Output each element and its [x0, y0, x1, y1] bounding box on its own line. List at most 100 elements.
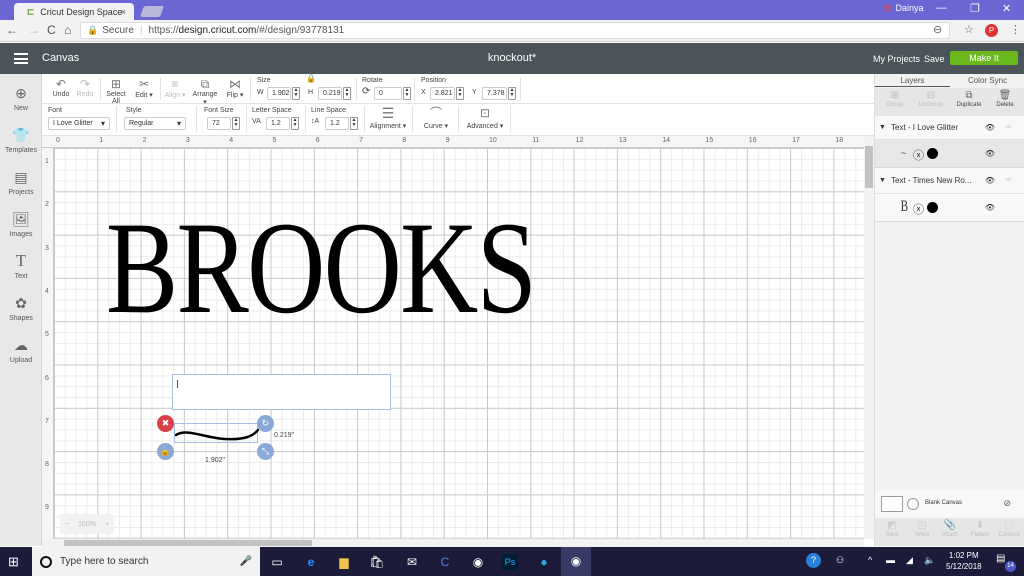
zoom-in-button[interactable]: + — [105, 521, 109, 528]
color-swatch[interactable] — [927, 148, 938, 159]
horizontal-scroll-thumb[interactable] — [64, 540, 312, 546]
zoom-out-button[interactable]: − — [65, 521, 69, 528]
save-link[interactable]: Save — [924, 54, 945, 64]
new-tab-button[interactable] — [139, 6, 165, 17]
height-stepper[interactable]: ▲ ▼ — [343, 87, 351, 100]
back-icon[interactable]: ← — [6, 23, 18, 37]
blank-canvas-row[interactable]: Blank Canvas ⊘ — [875, 490, 1024, 518]
height-field[interactable]: 0.219 — [318, 87, 342, 100]
drag-handle-icon[interactable]: ═ — [1005, 122, 1011, 131]
flatten-button[interactable]: ⬇ Flatten — [965, 520, 995, 538]
chrome-active-icon[interactable]: ◉ — [561, 547, 591, 576]
volume-icon[interactable]: 🔈 — [924, 555, 935, 566]
cut-operation-icon[interactable]: ⓧ — [913, 147, 924, 163]
zoom-out-icon[interactable]: ⊖ — [933, 23, 942, 36]
bookmark-star-icon[interactable]: ☆ — [964, 23, 974, 36]
canvas-color-circle[interactable] — [907, 498, 919, 510]
flip-dropdown[interactable]: ⋈ Flip ▾ — [224, 77, 246, 99]
slice-button[interactable]: ◩ Slice — [877, 520, 907, 538]
drag-handle-icon[interactable]: ═ — [1005, 175, 1011, 184]
eye-icon[interactable]: 👁 — [985, 123, 995, 132]
show-hidden-icons-chevron[interactable]: ^ — [868, 555, 872, 565]
collapse-triangle-icon[interactable]: ▼ — [879, 124, 886, 131]
tab-color-sync[interactable]: Color Sync — [950, 76, 1024, 85]
sublayer-i-love-glitter[interactable]: ~ ⓧ 👁 — [875, 140, 1024, 168]
lock-aspect-icon[interactable]: 🔒 — [306, 74, 316, 83]
line-space-stepper[interactable]: ▲ ▼ — [350, 117, 358, 130]
letter-space-stepper[interactable]: ▲ ▼ — [291, 117, 299, 130]
select-all-button[interactable]: ⊞ Select All — [102, 77, 130, 105]
alignment-dropdown[interactable]: ☰ Alignment ▾ — [368, 106, 408, 130]
letter-space-field[interactable]: 1.2 — [266, 117, 290, 130]
x-stepper[interactable]: ▲ ▼ — [456, 87, 464, 100]
attach-button[interactable]: 📎 Attach — [935, 520, 965, 538]
lock-handle[interactable]: 🔒 — [157, 443, 174, 460]
tab-layers[interactable]: Layers — [875, 76, 950, 87]
canvas-color-swatch[interactable] — [881, 496, 903, 512]
openoffice-icon[interactable]: ● — [535, 553, 553, 571]
delete-button[interactable]: 🗑 Delete — [987, 90, 1023, 108]
url-field[interactable]: 🔒 Secure | https://design.cricut.com/#/d… — [80, 22, 950, 39]
contour-button[interactable]: ⬚ Contour — [994, 520, 1024, 538]
tab-close-icon[interactable]: × — [121, 7, 126, 17]
sidebar-item-text[interactable]: T Text — [0, 252, 42, 281]
microphone-icon[interactable]: 🎤 — [240, 556, 252, 567]
line-space-field[interactable]: 1.2 — [325, 117, 349, 130]
hamburger-menu-icon[interactable] — [14, 53, 28, 64]
reload-icon[interactable]: C — [47, 23, 56, 37]
make-it-button[interactable]: Make It — [950, 51, 1018, 65]
chrome-icon[interactable]: ◉ — [469, 553, 487, 571]
browser-tab[interactable]: ㄷ Cricut Design Space × — [14, 3, 134, 20]
file-explorer-icon[interactable]: ▆ — [335, 553, 353, 571]
undo-button[interactable]: ↶ Undo — [48, 77, 74, 98]
people-icon[interactable]: ⚇ — [836, 555, 844, 566]
help-icon[interactable]: ? — [806, 553, 821, 568]
eye-icon[interactable]: 👁 — [985, 203, 995, 212]
photoshop-icon[interactable]: Ps — [502, 554, 518, 570]
color-swatch[interactable] — [927, 202, 938, 213]
system-clock[interactable]: 1:02 PM 5/12/2018 — [946, 550, 982, 572]
windows-start-icon[interactable]: ⊞ — [8, 555, 22, 569]
delete-handle[interactable]: ✖ — [157, 415, 174, 432]
redo-button[interactable]: ↷ Redo — [72, 77, 98, 98]
layer-group-i-love-glitter[interactable]: ▼ Text - I Love Glitter 👁 ═ — [875, 116, 1024, 140]
width-stepper[interactable]: ▲ ▼ — [292, 87, 300, 100]
sidebar-item-templates[interactable]: 👕 Templates — [0, 126, 42, 154]
vertical-scroll-thumb[interactable] — [865, 146, 873, 188]
sidebar-item-projects[interactable]: ▤ Projects — [0, 168, 42, 196]
battery-icon[interactable]: ▬ — [886, 555, 895, 565]
font-select[interactable]: I Love Glitter — [48, 117, 110, 130]
style-select[interactable]: Regular — [124, 117, 186, 130]
eye-icon[interactable]: 👁 — [985, 176, 995, 185]
sidebar-item-images[interactable]: 🖼 Images — [0, 210, 42, 238]
align-dropdown[interactable]: ≡ Align ▾ — [162, 77, 188, 99]
vertical-scrollbar[interactable] — [864, 136, 874, 539]
eye-icon[interactable]: 👁 — [985, 149, 995, 158]
sidebar-item-new[interactable]: ⊕ New — [0, 84, 42, 112]
taskbar-search[interactable]: Type here to search 🎤 — [32, 547, 260, 576]
home-icon[interactable]: ⌂ — [64, 23, 71, 37]
mail-icon[interactable]: ✉ — [403, 553, 421, 571]
restore-button[interactable]: ❐ — [970, 2, 980, 15]
layer-group-times-new-roman[interactable]: ▼ Text - Times New Ro... 👁 ═ — [875, 168, 1024, 194]
duplicate-button[interactable]: ⧉ Duplicate — [951, 90, 987, 108]
pinterest-extension-icon[interactable]: P — [985, 24, 998, 37]
font-size-field[interactable]: 72 — [207, 117, 231, 130]
resize-handle[interactable]: ⤡ — [257, 443, 274, 460]
advanced-dropdown[interactable]: ⊡ Advanced ▾ — [464, 106, 506, 130]
text-edit-box[interactable] — [172, 374, 391, 410]
hide-eye-icon[interactable]: ⊘ — [1003, 498, 1011, 509]
my-projects-link[interactable]: My Projects — [873, 54, 920, 64]
collapse-triangle-icon[interactable]: ▼ — [879, 177, 886, 184]
store-icon[interactable]: 🛍 — [368, 553, 386, 571]
chrome-menu-icon[interactable]: ⋮ — [1010, 23, 1021, 36]
width-field[interactable]: 1.902 — [267, 87, 291, 100]
selection-bounding-box[interactable] — [174, 423, 259, 443]
edit-dropdown[interactable]: ✂ Edit ▾ — [132, 77, 156, 99]
edge-icon[interactable]: e — [302, 553, 320, 571]
cricut-app-icon[interactable]: C — [436, 553, 454, 571]
y-stepper[interactable]: ▲ ▼ — [508, 87, 516, 100]
minimize-button[interactable]: — — [936, 2, 947, 14]
profile-button[interactable]: ✿ Dainya — [884, 3, 924, 14]
y-position-field[interactable]: 7.378 — [482, 87, 507, 100]
